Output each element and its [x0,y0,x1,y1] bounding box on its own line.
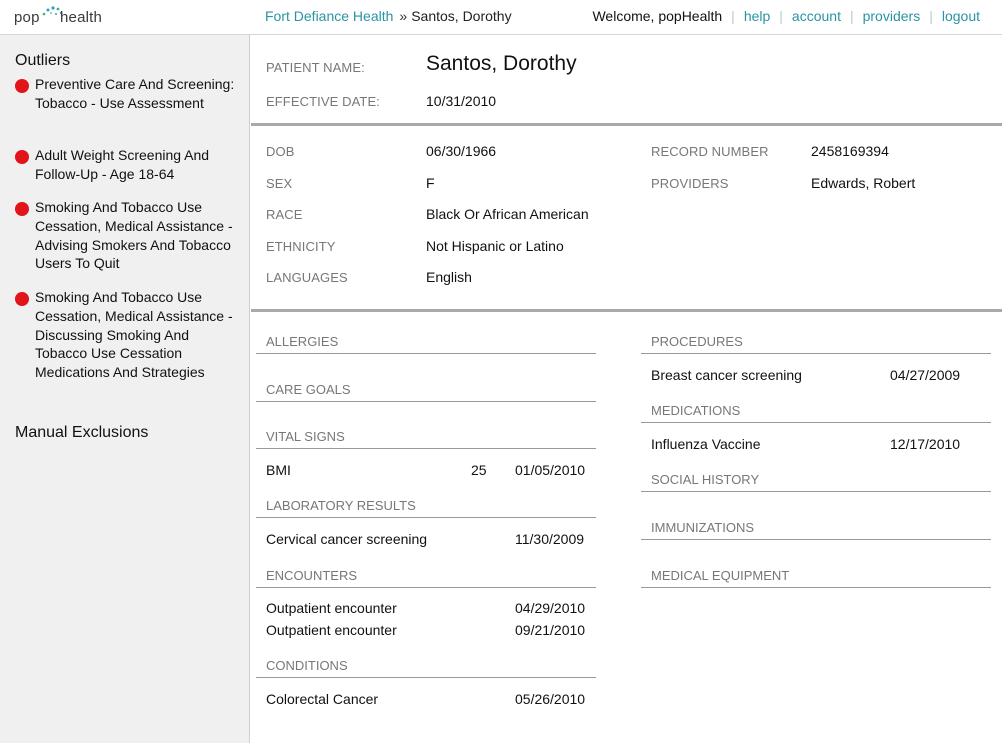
outliers-title: Outliers [15,52,71,69]
outlier-item[interactable]: Smoking And Tobacco Use Cessation, Medic… [15,288,240,384]
outlier-status-icon [15,150,29,164]
welcome-text: Welcome, popHealth [592,8,723,24]
social-history-section: SOCIAL HISTORY [641,472,991,492]
nav-divider: | [849,8,854,24]
section-title: VITAL SIGNS [256,429,596,449]
laboratory-results-section: LABORATORY RESULTS Cervical cancer scree… [256,498,596,548]
outlier-status-icon [15,79,29,93]
logo-word-pop: pop [14,9,40,26]
providers-link[interactable]: providers [863,8,921,24]
ethnicity-value: Not Hispanic or Latino [426,238,564,254]
breadcrumb: Fort Defiance Health » Santos, Dorothy [265,8,512,24]
encounter-name: Outpatient encounter [266,622,397,638]
immunizations-section: IMMUNIZATIONS [641,520,991,540]
medications-section: MEDICATIONS Influenza Vaccine 12/17/2010 [641,403,991,453]
vital-sign-value: 25 [471,462,487,478]
section-title: MEDICAL EQUIPMENT [641,568,991,588]
outlier-item[interactable]: Smoking And Tobacco Use Cessation, Medic… [15,198,240,276]
encounters-section: ENCOUNTERS Outpatient encounter 04/29/20… [256,568,596,643]
medical-equipment-section: MEDICAL EQUIPMENT [641,568,991,588]
breadcrumb-separator: » [399,8,408,24]
sidebar: Outliers Preventive Care And Screening: … [0,35,250,743]
manual-exclusions-title[interactable]: Manual Exclusions [15,424,148,442]
section-title: ALLERGIES [256,334,596,354]
divider [251,309,1002,312]
breadcrumb-org-link[interactable]: Fort Defiance Health [265,8,393,24]
medication-date: 12/17/2010 [890,436,961,452]
nav-divider: | [779,8,783,24]
race-label: RACE [266,207,303,222]
providers-value: Edwards, Robert [811,175,916,191]
vital-signs-section: VITAL SIGNS BMI 25 01/05/2010 [256,429,596,479]
outlier-item[interactable]: Adult Weight Screening And Follow-Up - A… [15,146,240,186]
section-title: PROCEDURES [641,334,991,354]
divider [251,123,1002,126]
dob-value: 06/30/1966 [426,143,497,159]
section-title: SOCIAL HISTORY [641,472,991,492]
patient-name-label: PATIENT NAME: [266,60,365,75]
outlier-label[interactable]: Smoking And Tobacco Use Cessation, Medic… [35,288,243,382]
medication-name: Influenza Vaccine [651,436,761,452]
procedure-date: 04/27/2009 [890,367,961,383]
patient-name: Santos, Dorothy [426,52,577,75]
encounter-date: 04/29/2010 [515,600,586,616]
vital-sign-date: 01/05/2010 [515,462,586,478]
section-title: CONDITIONS [256,658,596,678]
procedure-name: Breast cancer screening [651,367,802,383]
section-title: IMMUNIZATIONS [641,520,991,540]
outlier-status-icon [15,292,29,306]
logo-word-health: health [60,9,103,26]
outlier-item[interactable]: Preventive Care And Screening: Tobacco -… [15,75,240,133]
record-number-value: 2458169394 [811,143,889,159]
outlier-status-icon [15,202,29,216]
dob-label: DOB [266,144,295,159]
outlier-label[interactable]: Preventive Care And Screening: Tobacco -… [35,75,243,113]
help-link[interactable]: help [744,8,770,24]
encounter-name: Outpatient encounter [266,600,397,616]
lab-result-name: Cervical cancer screening [266,531,428,547]
top-bar: pop health Fort Defiance Health » Santos, … [0,0,1002,35]
race-value: Black Or African American [426,206,589,222]
pophealth-logo[interactable]: pop health [14,4,114,30]
allergies-section: ALLERGIES [256,334,596,354]
record-number-label: RECORD NUMBER [651,144,769,159]
sex-label: SEX [266,176,293,191]
condition-date: 05/26/2010 [515,691,586,707]
account-link[interactable]: account [792,8,841,24]
logout-link[interactable]: logout [942,8,980,24]
languages-value: English [426,269,472,285]
care-goals-section: CARE GOALS [256,382,596,402]
encounter-date: 09/21/2010 [515,622,586,638]
section-title: MEDICATIONS [641,403,991,423]
conditions-section: CONDITIONS Colorectal Cancer 05/26/2010 [256,658,596,708]
providers-label: PROVIDERS [651,176,729,191]
outlier-label[interactable]: Adult Weight Screening And Follow-Up - A… [35,146,243,184]
effective-date-label: EFFECTIVE DATE: [266,94,380,109]
ethnicity-label: ETHNICITY [266,239,336,254]
sex-value: F [426,175,435,191]
section-title: CARE GOALS [256,382,596,402]
breadcrumb-patient: Santos, Dorothy [411,8,512,24]
section-title: LABORATORY RESULTS [256,498,596,518]
lab-result-date: 11/30/2009 [515,531,585,547]
outlier-label[interactable]: Smoking And Tobacco Use Cessation, Medic… [35,198,243,273]
condition-name: Colorectal Cancer [266,691,379,707]
procedures-section: PROCEDURES Breast cancer screening 04/27… [641,334,991,384]
section-title: ENCOUNTERS [256,568,596,588]
effective-date: 10/31/2010 [426,93,497,109]
nav-divider: | [731,8,735,24]
patient-main: PATIENT NAME: Santos, Dorothy EFFECTIVE … [251,35,1002,743]
user-nav: Welcome, popHealth | help | account | pr… [592,8,980,24]
vital-sign-name: BMI [266,462,291,478]
languages-label: LANGUAGES [266,270,348,285]
nav-divider: | [929,8,933,24]
